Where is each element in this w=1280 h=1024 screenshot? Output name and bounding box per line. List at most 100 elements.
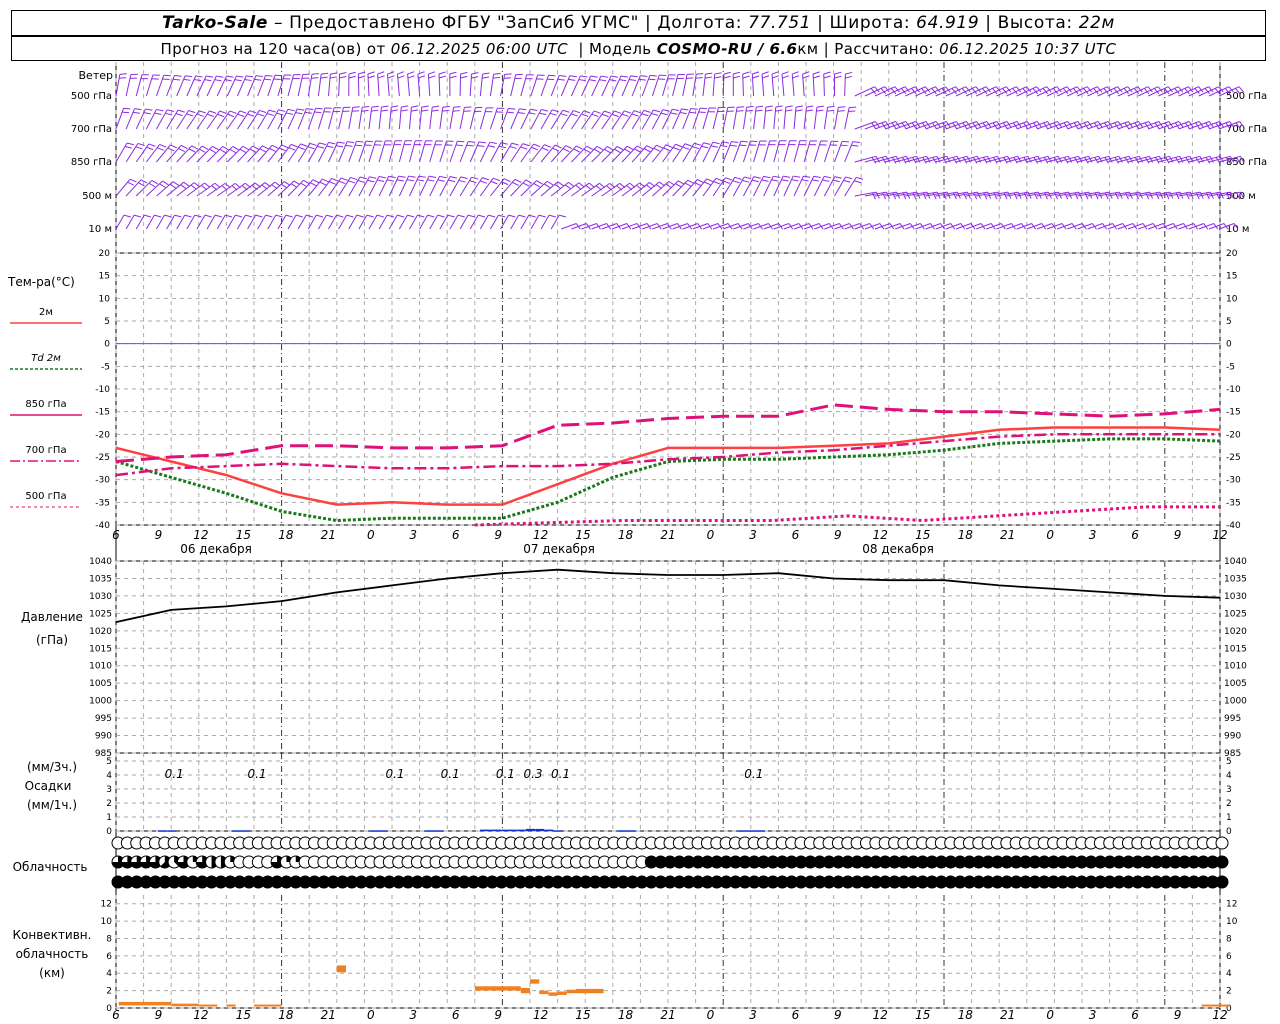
wind-barb [560, 75, 577, 97]
wind-barb [601, 182, 626, 197]
wind-barb-flag [431, 109, 439, 112]
wind-barb-staff [166, 181, 185, 197]
wind-barb-flag [442, 105, 450, 108]
wind-barb-flag [239, 110, 247, 114]
wind-barb [449, 106, 461, 130]
temp-xtick-label: 3 [1089, 528, 1097, 542]
wind-barb-staff [672, 179, 689, 197]
wind-barb [520, 108, 538, 130]
wind-barb-flag [765, 109, 773, 112]
wind-barb [368, 214, 384, 230]
wind-barb [712, 72, 722, 97]
wind-barb-staff [652, 181, 670, 197]
temp-ytick-left: 15 [99, 272, 110, 282]
wind-barb [1077, 155, 1103, 164]
wind-barb-staff [591, 75, 602, 97]
wind-barb-staff [176, 110, 190, 130]
wind-barb-flag [306, 108, 314, 110]
wind-barb-flag [586, 145, 594, 151]
wind-barb-flag [471, 76, 479, 79]
wind-barb [135, 143, 156, 163]
conv-ytick-right: 6 [1226, 952, 1232, 962]
wind-barb [651, 144, 673, 163]
wind-barb [378, 175, 396, 197]
wind-barb-flag [172, 181, 180, 187]
wind-barb-flag [792, 75, 800, 79]
wind-barb-staff [510, 143, 524, 163]
wind-barb-flag [531, 146, 539, 151]
wind-barb-flag [216, 75, 224, 78]
wind-barb-flag [427, 214, 435, 218]
wind-barb-flag [670, 112, 678, 115]
wind-barb [976, 155, 1002, 164]
wind-barb-flag [314, 111, 322, 114]
wind-barb-flag [242, 145, 250, 151]
wind-barb-flag [633, 110, 641, 114]
wind-barb-flag [541, 147, 549, 151]
wind-barb-flag [684, 143, 692, 147]
wind-barb-staff [469, 74, 473, 97]
wind-barb-flag [427, 179, 435, 182]
temp-ytick-right: -15 [1226, 408, 1241, 418]
wind-barb [1148, 155, 1174, 164]
wind-barb [338, 72, 347, 97]
precip-ytick-right: 5 [1226, 757, 1232, 767]
wind-barb-flag [397, 71, 405, 75]
wind-barb-flag [591, 113, 599, 118]
wind-barb-staff [439, 140, 448, 163]
temp-xtick-label: 15 [915, 528, 930, 542]
conv-cloud-bar [576, 988, 604, 994]
conv-xtick-label: 18 [958, 1008, 974, 1022]
wind-barb-flag [352, 106, 360, 108]
wind-barb-staff [702, 74, 706, 97]
wind-barb-staff [560, 75, 571, 97]
temp-ytick-right: 5 [1226, 317, 1232, 327]
wind-barb-flag [593, 148, 601, 154]
wind-barb [216, 182, 241, 197]
wind-barb-flag [275, 214, 283, 218]
wind-barb-staff [489, 142, 502, 163]
conv-ytick-left: 4 [106, 969, 112, 979]
wind-barb-staff [459, 176, 472, 197]
precip-bar [507, 829, 517, 832]
wind-barb-flag [826, 109, 834, 112]
wind-barb-flag [442, 109, 450, 112]
wind-barb-staff [732, 141, 742, 163]
temp-legend-label: 850 гПа [25, 399, 66, 410]
wind-barb-flag [184, 214, 192, 218]
wind-barb-flag [851, 144, 859, 147]
wind-barb-flag [438, 71, 446, 75]
wind-barb-flag [576, 145, 583, 150]
wind-barb-flag [235, 214, 243, 218]
wind-barb-staff [226, 110, 241, 130]
temp-ytick-left: 0 [104, 340, 110, 350]
wind-barb-staff [854, 121, 876, 130]
wind-barb [823, 140, 839, 163]
wind-barb-flag [498, 214, 506, 218]
wind-barb-staff [206, 182, 226, 197]
wind-barb-staff [459, 73, 462, 97]
wind-barb-flag [552, 147, 560, 152]
wind-barb-flag [731, 141, 739, 143]
conv-xtick-label: 3 [409, 1008, 417, 1022]
temp-ytick-left: -10 [95, 385, 110, 395]
wind-barb-flag [854, 180, 862, 184]
wind-barb-staff [479, 74, 484, 97]
temp-xtick-label: 0 [367, 528, 375, 542]
wind-barb-staff [662, 180, 679, 197]
wind-barb-flag [573, 110, 581, 114]
wind-barb-staff [844, 107, 850, 130]
conv-cloud-bar [548, 992, 558, 996]
wind-barb [844, 71, 853, 97]
wind-barb-staff [237, 110, 251, 130]
wind-barb-flag [198, 110, 206, 114]
wind-barb-flag [209, 148, 216, 154]
wind-barb-flag [194, 79, 202, 82]
wind-barb-staff [115, 74, 121, 97]
wind-barb-flag [720, 145, 728, 148]
wind-barb [407, 71, 415, 97]
wind-barb-flag [449, 71, 457, 75]
temp-xtick-label: 6 [792, 528, 800, 542]
wind-barb-flag [356, 140, 364, 143]
wind-barb-flag [643, 109, 651, 113]
